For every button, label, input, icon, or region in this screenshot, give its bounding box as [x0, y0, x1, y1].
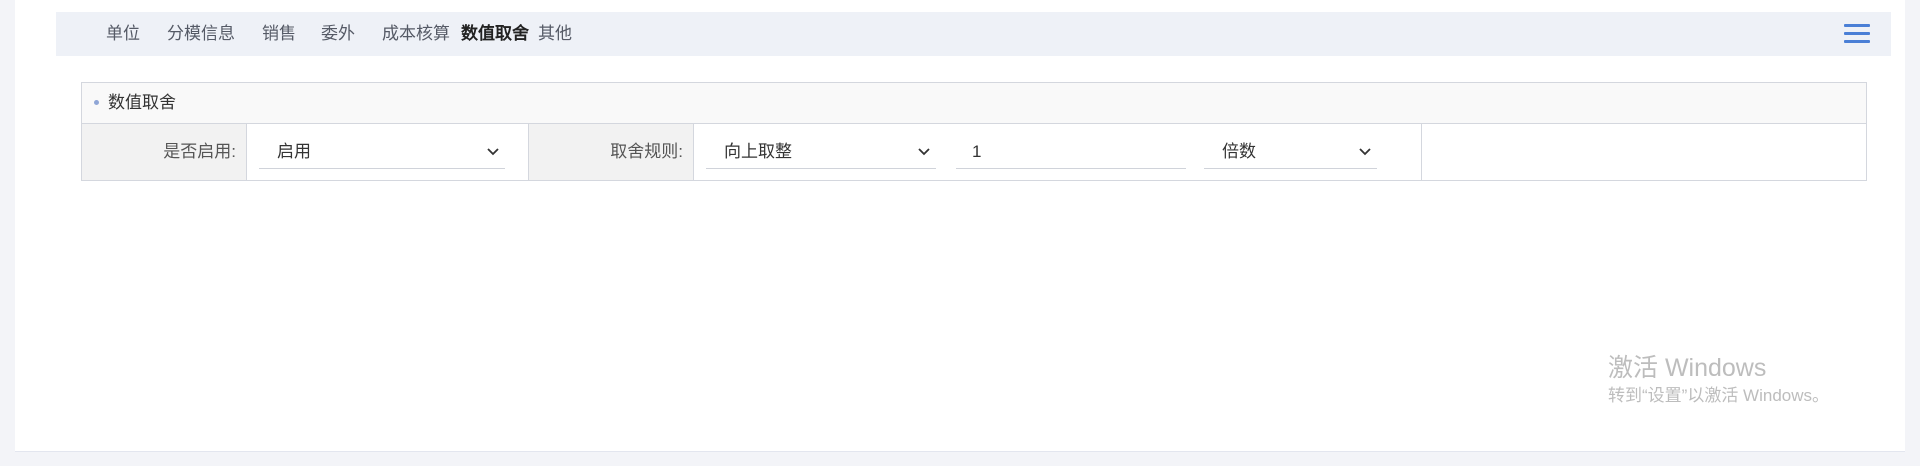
tab-other[interactable]: 其他 [538, 12, 572, 56]
multiple-select[interactable]: 倍数 [1204, 135, 1377, 169]
rule-label: 取舍规则: [529, 124, 693, 180]
rule-select[interactable]: 向上取整 [706, 135, 936, 169]
enable-label: 是否启用: [82, 124, 246, 180]
divider [693, 124, 694, 180]
main-frame: 单位 分模信息 销售 委外 成本核算 数值取舍 其他 数值取舍 是否启用: 启用 [15, 0, 1905, 452]
panel-header: 数值取舍 [82, 83, 1866, 124]
tab-outsourcing[interactable]: 委外 [321, 12, 355, 56]
watermark-title: 激活 Windows [1608, 354, 1767, 382]
chevron-down-icon [918, 148, 930, 156]
number-input-value: 1 [972, 142, 982, 161]
windows-activation-watermark: 激活 Windows 转到“设置”以激活 Windows。 [1608, 352, 1829, 408]
rule-select-value: 向上取整 [724, 142, 792, 161]
tab-bar: 单位 分模信息 销售 委外 成本核算 数值取舍 其他 [56, 12, 1891, 56]
settings-row: 是否启用: 启用 取舍规则: 向上取整 1 倍数 [82, 124, 1866, 180]
divider [246, 124, 247, 180]
chevron-down-icon [1359, 148, 1371, 156]
panel-title: 数值取舍 [108, 93, 176, 112]
chevron-down-icon [487, 148, 499, 156]
watermark-subtitle: 转到“设置”以激活 Windows。 [1608, 386, 1830, 405]
number-input[interactable]: 1 [956, 135, 1186, 169]
tab-cost-accounting[interactable]: 成本核算 [382, 12, 450, 56]
tab-sales[interactable]: 销售 [262, 12, 296, 56]
enable-select[interactable]: 启用 [259, 135, 505, 169]
divider [1421, 124, 1422, 180]
tab-numeric-rounding[interactable]: 数值取舍 [461, 12, 529, 56]
rounding-panel: 数值取舍 是否启用: 启用 取舍规则: 向上取整 1 倍数 [81, 82, 1867, 181]
multiple-select-value: 倍数 [1222, 142, 1256, 161]
tab-mold-info[interactable]: 分模信息 [167, 12, 235, 56]
enable-select-value: 启用 [277, 142, 311, 161]
hamburger-menu-icon[interactable] [1844, 24, 1870, 44]
bullet-dot-icon [94, 100, 99, 105]
tab-unit[interactable]: 单位 [106, 12, 140, 56]
